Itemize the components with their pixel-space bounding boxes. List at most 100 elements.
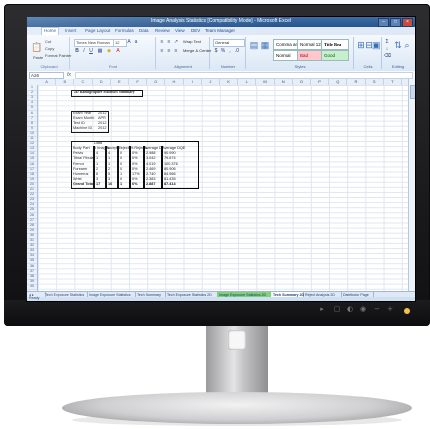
monitor-menu-icon[interactable]: ▸ (318, 305, 326, 313)
status-bar: Ready (27, 296, 415, 301)
find-select-icon[interactable]: ⌕ (402, 39, 412, 51)
power-led-icon[interactable] (404, 308, 410, 314)
tab-data[interactable]: Data (139, 28, 149, 33)
minimize-button[interactable]: – (378, 18, 389, 27)
row-header[interactable]: 40 (27, 284, 37, 290)
paste-button[interactable]: Paste (32, 55, 44, 61)
cells-group-label: Cells (363, 64, 373, 69)
status-text: Ready (29, 296, 40, 300)
monitor-plus-icon[interactable]: + (386, 305, 394, 313)
fill-icon[interactable]: ↓ (384, 46, 390, 52)
align-middle-icon[interactable]: ≡ (166, 39, 172, 45)
table-cell: 1 (120, 181, 123, 186)
monitor-minus-icon[interactable]: − (373, 305, 381, 313)
editing-group-label: Editing (391, 64, 405, 69)
clipboard-group-label: Clipboard (40, 64, 58, 69)
font-group-label: Font (108, 64, 117, 69)
row-headers: 1 2 3 4 5 6 7 8 9 10 11 12 13 14 15 16 17 18 19 20 21 22 23 24 2… (27, 85, 38, 291)
wrap-text-button[interactable]: Wrap Text (182, 39, 202, 45)
decimal-icon[interactable]: .0 (234, 48, 240, 54)
table-column-line (129, 146, 131, 189)
styles-group-label: Styles (294, 64, 306, 69)
fx-icon[interactable]: fx (67, 72, 71, 78)
table-column-line (93, 146, 95, 189)
clipboard-group: 📋 Paste Cut Copy Format Painter Clipboar… (29, 37, 72, 69)
tab-page-layout[interactable]: Page Layout (85, 28, 110, 33)
ribbon: 📋 Paste Cut Copy Format Painter Clipboar… (27, 35, 415, 72)
percent-icon[interactable]: % (220, 48, 226, 54)
scrollbar-thumb[interactable] (410, 85, 415, 99)
autosum-icon[interactable]: Σ (384, 39, 390, 45)
sheet-title: 2D Radiographer Statistics Summary (74, 89, 135, 94)
tab-dev[interactable]: DEV (191, 28, 200, 33)
monitor-stand-base (62, 392, 412, 424)
tab-review[interactable]: Review (155, 28, 170, 33)
info-value: 2012 (98, 125, 107, 130)
cut-button[interactable]: Cut (44, 39, 52, 45)
paste-icon[interactable]: 📋 (31, 41, 42, 53)
title-bar: Image Analysis Statistics [Compatibility… (27, 17, 415, 27)
name-box[interactable]: A26 (29, 72, 64, 79)
font-size-select[interactable]: 12 (113, 39, 127, 47)
tab-insert[interactable]: Insert (65, 28, 76, 33)
align-left-icon[interactable]: ≡ (159, 48, 165, 54)
italic-button[interactable]: I (81, 48, 87, 54)
style-title[interactable]: Title Bea (321, 39, 349, 50)
number-group: General $ % , .0 Number (211, 37, 246, 69)
underline-button[interactable]: U (88, 48, 94, 54)
table-cell: 6% (132, 181, 138, 186)
merge-center-button[interactable]: Merge & Center (182, 48, 212, 54)
font-name-select[interactable]: Times New Roman (74, 39, 114, 47)
editing-group: Σ ↓ ⌫ ⇅ ⌕ Editing (383, 37, 413, 69)
style-good[interactable]: Good (321, 50, 349, 61)
style-normal-12[interactable]: Normal 12 (297, 39, 323, 50)
cable-hole (228, 330, 246, 350)
tab-team-manager[interactable]: Team Manager (205, 28, 235, 33)
align-center-icon[interactable]: ≡ (166, 48, 172, 54)
table-cell: 16 (108, 181, 113, 186)
vertical-scrollbar[interactable] (408, 79, 415, 291)
info-label: Machine ID (73, 125, 93, 130)
clear-icon[interactable]: ⌫ (384, 53, 391, 59)
window-title: Image Analysis Statistics [Compatibility… (150, 18, 292, 24)
table-column-line (105, 146, 107, 189)
table-column-line (143, 146, 145, 189)
format-cells-icon[interactable]: ▣ (372, 39, 381, 51)
style-comma[interactable]: Comma and Be... (273, 39, 299, 50)
style-bad[interactable]: Bad (297, 50, 323, 61)
formula-input[interactable] (75, 72, 413, 79)
format-painter-button[interactable]: Format Painter (44, 53, 72, 59)
copy-button[interactable]: Copy (44, 46, 55, 52)
bold-button[interactable]: B (74, 48, 80, 54)
font-color-icon[interactable]: A (115, 48, 121, 54)
maximize-button[interactable]: □ (390, 18, 401, 27)
monitor-brightness-icon[interactable]: ◐ (346, 305, 354, 313)
close-button[interactable]: × (402, 18, 413, 27)
tab-formulas[interactable]: Formulas (115, 28, 134, 33)
currency-icon[interactable]: $ (213, 48, 219, 54)
borders-icon[interactable]: ▦ (97, 48, 103, 54)
styles-group: ▤ ▦ Comma and Be... Normal 12 Title Bea … (247, 37, 354, 69)
style-normal[interactable]: Normal (273, 50, 299, 61)
orientation-icon[interactable]: ↗ (173, 39, 179, 45)
monitor-bezel-bottom (4, 300, 430, 326)
font-group: Times New Roman 12 A a B I U ▦ ◆ A Font (71, 37, 156, 69)
comma-icon[interactable]: , (227, 48, 233, 54)
excel-window: Image Analysis Statistics [Compatibility… (26, 16, 416, 302)
fill-color-icon[interactable]: ◆ (106, 48, 112, 54)
table-cell: 2.887 (146, 181, 156, 186)
monitor-button-icon[interactable]: ◉ (359, 305, 367, 313)
monitor-input-icon[interactable]: ▢ (333, 305, 341, 313)
worksheet-grid[interactable]: 2D Radiographer Statistics Summary Exam … (38, 85, 408, 291)
grow-font-icon[interactable]: A (126, 39, 132, 45)
align-right-icon[interactable]: ≡ (173, 48, 179, 54)
conditional-formatting-icon[interactable]: ▤ (249, 39, 259, 51)
format-table-icon[interactable]: ▦ (260, 39, 270, 51)
cells-group: ⊞ ⊟ ▣ Cells (355, 37, 382, 69)
alignment-group-label: Alignment (174, 64, 192, 69)
table-cell: 87.414 (164, 181, 176, 186)
number-format-select[interactable]: General (213, 39, 245, 47)
shrink-font-icon[interactable]: a (133, 39, 139, 45)
tab-view[interactable]: View (175, 28, 185, 33)
align-top-icon[interactable]: ≡ (159, 39, 165, 45)
